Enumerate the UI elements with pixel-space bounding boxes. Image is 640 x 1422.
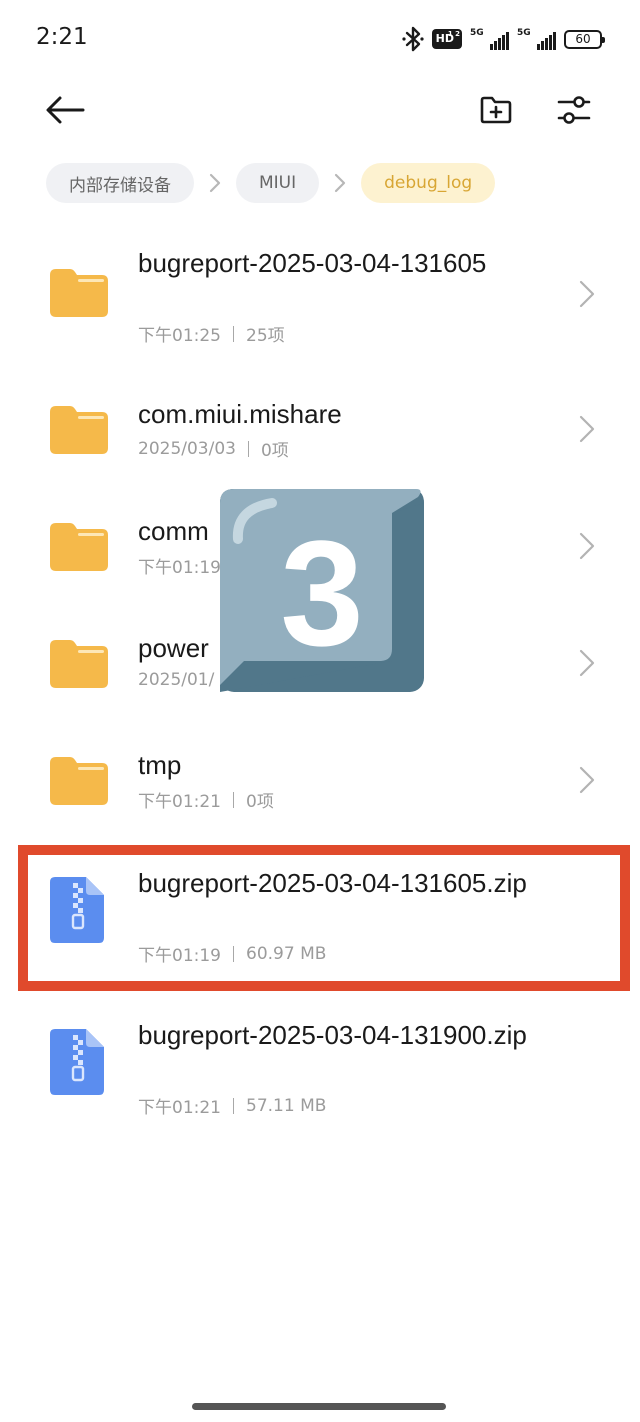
filter-button[interactable]	[544, 80, 604, 140]
meta-divider	[233, 1097, 234, 1114]
folder-row[interactable]: bugreport-2025-03-04-131605 下午01:25 25项	[0, 245, 640, 355]
zip-file-icon	[50, 1029, 104, 1095]
sim1-network-label: 5G	[470, 28, 484, 38]
file-date: 2025/01/	[138, 670, 215, 690]
file-date: 下午01:25	[138, 326, 221, 346]
file-count: 25项	[246, 326, 285, 346]
keycap-digit: 3	[280, 509, 363, 677]
hd-sub-label: 1 2	[447, 30, 460, 38]
folder-icon	[50, 640, 108, 688]
folder-icon	[50, 757, 108, 805]
file-count: 0项	[260, 441, 289, 461]
arrow-left-icon	[46, 96, 85, 124]
highlight-box	[18, 845, 630, 991]
file-manager-screen: 2:21 HD 1 2 5G 5G 60 内部存储设备 MIUI debug_l…	[0, 0, 640, 1422]
file-meta: 2025/03/03 0项	[138, 436, 289, 462]
file-name: tmp	[138, 750, 182, 780]
new-folder-button[interactable]	[466, 80, 526, 140]
status-bar: 2:21 HD 1 2 5G 5G 60	[0, 0, 640, 80]
file-meta: 下午01:25 25项	[138, 321, 285, 346]
breadcrumb-internal-storage[interactable]: 内部存储设备	[46, 163, 194, 203]
folder-icon	[50, 523, 108, 571]
chevron-right-icon	[579, 532, 595, 560]
breadcrumb: 内部存储设备 MIUI debug_log	[46, 163, 496, 203]
folder-icon	[50, 269, 108, 317]
folder-plus-icon	[480, 96, 512, 124]
chevron-right-icon	[194, 163, 236, 203]
chevron-right-icon	[579, 649, 595, 677]
file-name: bugreport-2025-03-04-131605	[138, 248, 487, 278]
file-meta: 下午01:21 57.11 MB	[138, 1093, 327, 1119]
file-name: bugreport-2025-03-04-131900.zip	[138, 1020, 527, 1050]
status-icons: HD 1 2 5G 5G 60	[402, 25, 605, 53]
home-indicator[interactable]	[192, 1403, 446, 1410]
folder-icon	[50, 406, 108, 454]
file-date: 下午01:21	[138, 1098, 221, 1118]
meta-divider	[233, 325, 234, 342]
signal-sim2-icon: 5G	[517, 28, 556, 50]
keycap-three-icon: 3	[220, 489, 424, 692]
meta-divider	[233, 791, 234, 808]
file-meta: 下午01:19	[138, 553, 221, 578]
breadcrumb-miui[interactable]: MIUI	[236, 163, 320, 203]
sliders-icon	[557, 96, 591, 124]
signal-sim1-icon: 5G	[470, 28, 509, 50]
bluetooth-icon	[402, 26, 424, 52]
folder-row[interactable]: tmp 下午01:21 0项	[0, 747, 640, 857]
back-button[interactable]	[35, 80, 95, 140]
file-count: 0项	[246, 792, 274, 812]
file-date: 2025/03/03	[138, 438, 236, 459]
file-meta: 2025/01/	[138, 670, 214, 690]
status-time: 2:21	[36, 24, 88, 50]
battery-icon: 60	[564, 29, 605, 49]
file-name: com.miui.mishare	[138, 399, 342, 429]
breadcrumb-debug-log[interactable]: debug_log	[361, 163, 496, 203]
file-meta: 下午01:21 0项	[138, 787, 274, 812]
zip-file-row[interactable]: bugreport-2025-03-04-131900.zip 下午01:21 …	[0, 1017, 640, 1127]
chevron-right-icon	[579, 766, 595, 794]
file-date: 下午01:21	[138, 792, 221, 812]
sim2-network-label: 5G	[517, 28, 531, 38]
file-date: 下午01:19	[138, 558, 221, 578]
file-size: 57.11 MB	[246, 1095, 327, 1116]
chevron-right-icon	[579, 415, 595, 443]
meta-divider	[247, 440, 249, 457]
chevron-right-icon	[319, 163, 361, 203]
chevron-right-icon	[579, 280, 595, 308]
hd-voice-badge: HD 1 2	[431, 29, 462, 49]
